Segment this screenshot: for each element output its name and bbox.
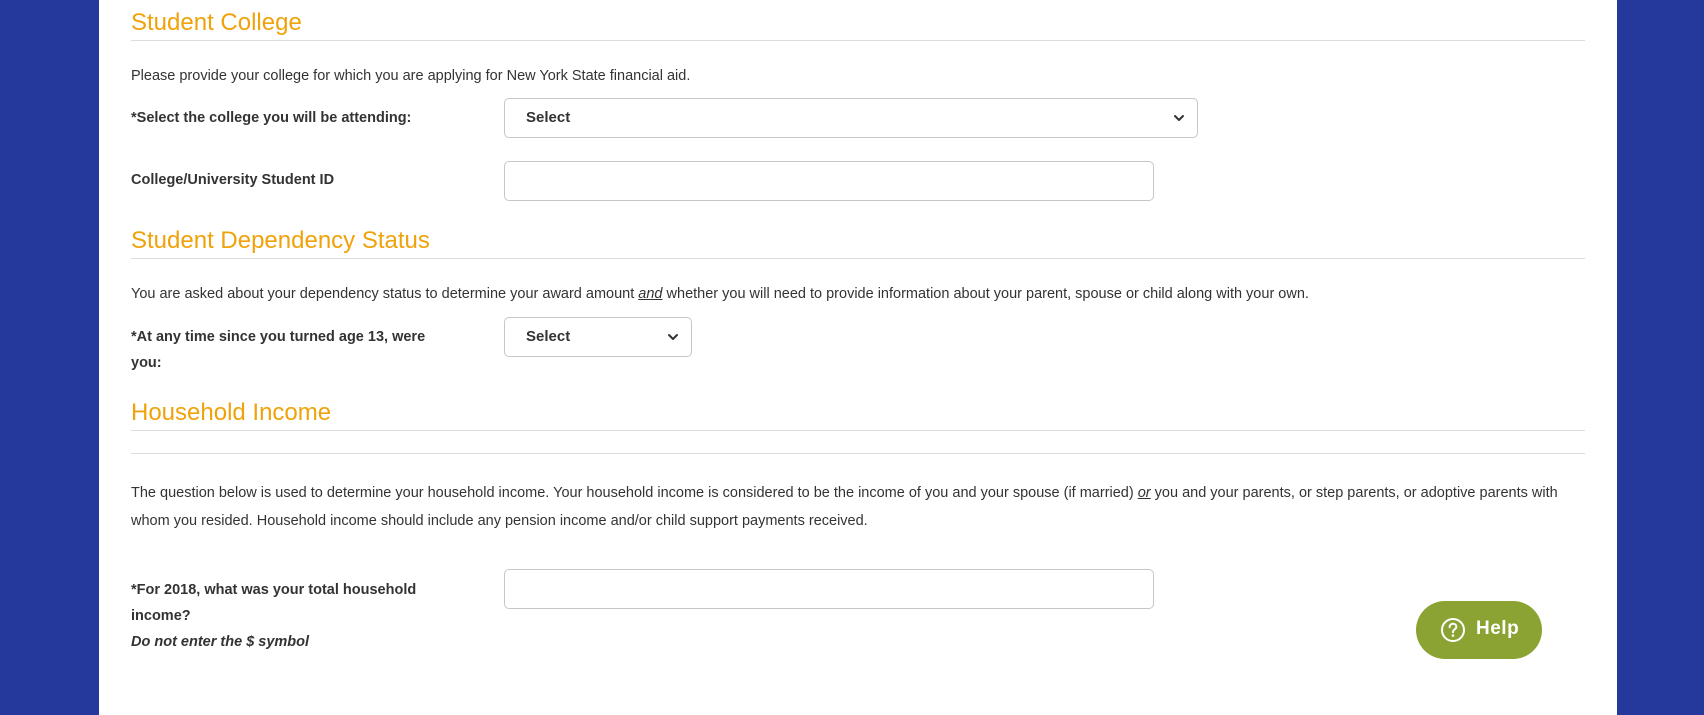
age-question-select[interactable]: Select xyxy=(504,317,692,357)
household-income-description-text: The question below is used to determine … xyxy=(131,485,1138,501)
college-select-value: Select xyxy=(526,109,571,126)
age-question-select-value: Select xyxy=(526,328,571,345)
section-divider xyxy=(131,40,1585,41)
college-select-label: *Select the college you will be attendin… xyxy=(131,110,412,126)
section-divider xyxy=(131,453,1585,454)
dependency-description-emphasis: and xyxy=(638,286,663,302)
dependency-status-heading: Student Dependency Status xyxy=(131,227,430,254)
section-divider xyxy=(131,430,1585,431)
household-income-description: The question below is used to determine … xyxy=(131,479,1585,535)
age-question-label: *At any time since you turned age 13, we… xyxy=(131,329,426,371)
income-question-label: *For 2018, what was your total household… xyxy=(131,577,451,655)
student-college-heading: Student College xyxy=(131,9,302,36)
household-income-heading: Household Income xyxy=(131,399,332,426)
question-circle-icon xyxy=(1441,618,1465,642)
income-note: Do not enter the $ symbol xyxy=(131,634,310,650)
help-button[interactable]: Help xyxy=(1416,601,1542,659)
section-divider xyxy=(131,258,1585,259)
chevron-down-icon xyxy=(668,334,678,340)
dependency-description: You are asked about your dependency stat… xyxy=(131,280,1585,308)
student-college-description: Please provide your college for which yo… xyxy=(131,68,691,84)
dependency-description-text: You are asked about your dependency stat… xyxy=(131,286,639,302)
student-id-input[interactable] xyxy=(504,161,1154,201)
household-income-description-emphasis: or xyxy=(1137,485,1151,501)
student-id-label: College/University Student ID xyxy=(131,172,335,188)
college-select[interactable]: Select xyxy=(504,98,1198,138)
dependency-description-text-end: whether you will need to provide informa… xyxy=(662,286,1309,302)
form-panel: Student College Please provide your coll… xyxy=(99,0,1617,715)
income-question-text: *For 2018, what was your total household… xyxy=(131,582,417,624)
household-income-input[interactable] xyxy=(504,569,1154,609)
chevron-down-icon xyxy=(1174,115,1184,121)
help-label: Help xyxy=(1476,618,1520,639)
